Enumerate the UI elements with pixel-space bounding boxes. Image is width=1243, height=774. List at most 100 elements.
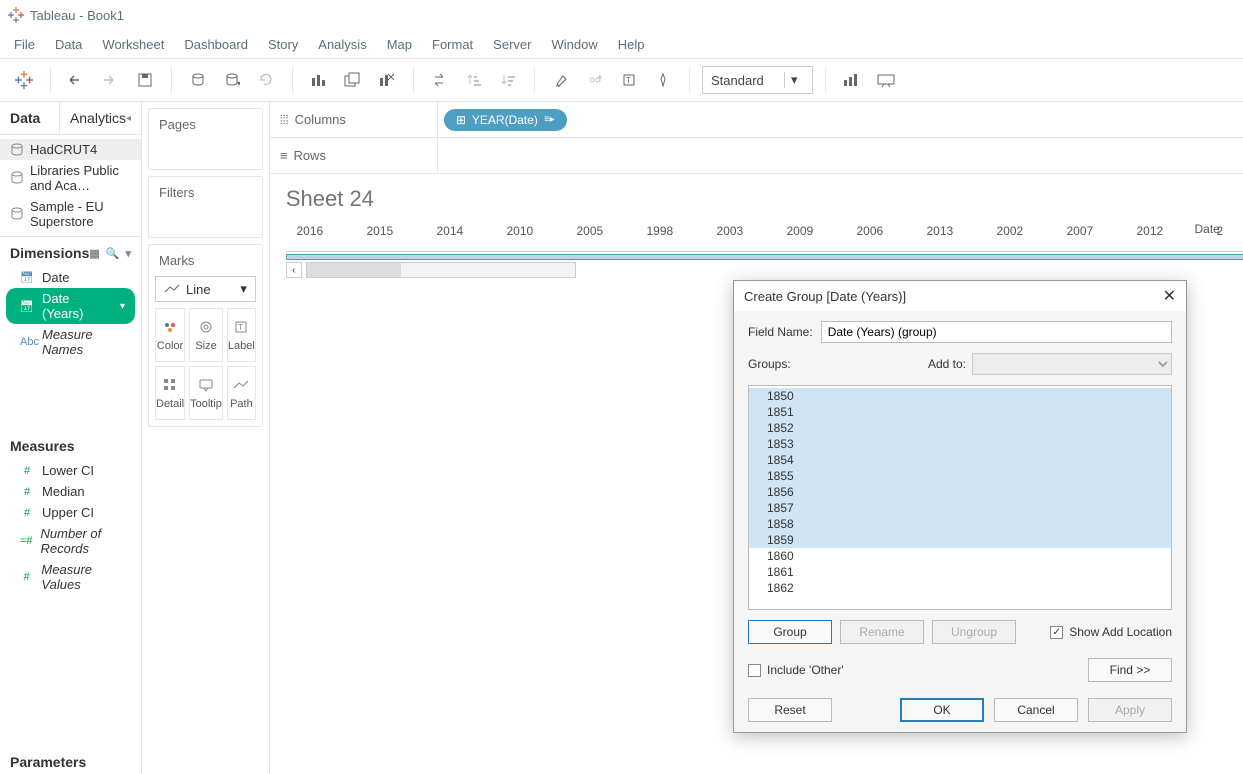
rows-shelf[interactable]: ≡Rows	[270, 138, 1243, 174]
clear-sheet-icon[interactable]	[373, 66, 401, 94]
field-measure-values[interactable]: #Measure Values	[0, 559, 141, 595]
sort-desc-icon[interactable]	[494, 66, 522, 94]
redo-icon[interactable]	[97, 66, 125, 94]
pages-shelf[interactable]: Pages	[148, 108, 263, 170]
field-median[interactable]: #Median	[0, 481, 141, 502]
window-title: Tableau - Book1	[30, 8, 124, 23]
measures-list: # Lower CI #Median #Upper CI =#Number of …	[0, 458, 141, 605]
columns-pill-year-date[interactable]: ⊞ YEAR(Date) ≡▸	[444, 109, 567, 131]
show-mark-labels-icon[interactable]: T	[615, 66, 643, 94]
axis-tick: 2010	[500, 224, 540, 238]
scroll-left-icon[interactable]: ‹	[286, 262, 302, 278]
view-as-table-icon[interactable]: ▦	[89, 247, 99, 260]
date-icon: 📅︎	[20, 300, 34, 313]
list-item[interactable]: 1861	[749, 564, 1171, 580]
new-worksheet-icon[interactable]	[305, 66, 333, 94]
field-label: Lower CI	[42, 463, 94, 478]
group-members-list[interactable]: 1850185118521853185418551856185718581859…	[748, 385, 1172, 610]
group-icon[interactable]	[581, 66, 609, 94]
horizontal-scrollbar[interactable]: ‹	[286, 262, 576, 278]
filters-shelf[interactable]: Filters	[148, 176, 263, 238]
list-item[interactable]: 1862	[749, 580, 1171, 596]
pin-icon[interactable]	[649, 66, 677, 94]
tableau-start-icon[interactable]	[10, 66, 38, 94]
sort-asc-icon[interactable]	[460, 66, 488, 94]
list-item[interactable]: 1855	[749, 468, 1171, 484]
columns-shelf[interactable]: ⦙⦙⦙Columns ⊞ YEAR(Date) ≡▸	[270, 102, 1243, 138]
menu-analysis[interactable]: Analysis	[310, 33, 374, 56]
menu-bar: File Data Worksheet Dashboard Story Anal…	[0, 30, 1243, 58]
new-datasource-icon[interactable]	[184, 66, 212, 94]
menu-data[interactable]: Data	[47, 33, 90, 56]
analytics-tab[interactable]: Analytics ◂	[59, 102, 141, 134]
datasource-item[interactable]: Libraries Public and Aca…	[0, 160, 141, 196]
list-item[interactable]: 1860	[749, 548, 1171, 564]
menu-help[interactable]: Help	[610, 33, 653, 56]
show-add-location-checkbox[interactable]: ✓ Show Add Location	[1050, 625, 1172, 639]
list-item[interactable]: 1852	[749, 420, 1171, 436]
list-item[interactable]: 1853	[749, 436, 1171, 452]
show-me-icon[interactable]	[838, 66, 866, 94]
undo-icon[interactable]	[63, 66, 91, 94]
datasource-item[interactable]: Sample - EU Superstore	[0, 196, 141, 232]
list-item[interactable]: 1859	[749, 532, 1171, 548]
add-to-select[interactable]	[972, 353, 1172, 375]
axis-tick: 2013	[920, 224, 960, 238]
mark-detail[interactable]: Detail	[155, 366, 185, 420]
highlight-icon[interactable]	[547, 66, 575, 94]
menu-caret-icon[interactable]: ▾	[125, 247, 131, 260]
menu-map[interactable]: Map	[379, 33, 420, 56]
list-item[interactable]: 1856	[749, 484, 1171, 500]
ok-button[interactable]: OK	[900, 698, 984, 722]
datasource-item[interactable]: HadCRUT4	[0, 139, 141, 160]
group-button[interactable]: Group	[748, 620, 832, 644]
search-icon[interactable]: 🔍	[106, 247, 120, 260]
find-button[interactable]: Find >>	[1088, 658, 1172, 682]
dimensions-header: Dimensions ▦ 🔍 ▾	[0, 237, 141, 265]
menu-dashboard[interactable]: Dashboard	[176, 33, 256, 56]
field-name-input[interactable]	[821, 321, 1172, 343]
mark-label[interactable]: TLabel	[227, 308, 256, 362]
field-date-years[interactable]: 📅︎ Date (Years) ▾	[6, 288, 135, 324]
data-tab[interactable]: Data	[0, 102, 59, 134]
duplicate-sheet-icon[interactable]	[339, 66, 367, 94]
refresh-icon[interactable]	[252, 66, 280, 94]
list-item[interactable]: 1850	[749, 388, 1171, 404]
reset-button[interactable]: Reset	[748, 698, 832, 722]
calc-number-icon: =#	[20, 535, 33, 547]
sheet-title[interactable]: Sheet 24	[270, 174, 1243, 224]
include-other-checkbox[interactable]: Include 'Other'	[748, 663, 844, 677]
mark-type-selector[interactable]: Line ▾	[155, 276, 256, 302]
swap-icon[interactable]	[426, 66, 454, 94]
field-num-records[interactable]: =#Number of Records	[0, 523, 141, 559]
list-item[interactable]: 1854	[749, 452, 1171, 468]
number-icon: #	[20, 465, 34, 477]
mark-tooltip[interactable]: Tooltip	[189, 366, 223, 420]
field-date[interactable]: 📅︎ Date	[0, 267, 141, 288]
fit-selector[interactable]: Standard ▾	[702, 66, 813, 94]
cancel-button[interactable]: Cancel	[994, 698, 1078, 722]
save-icon[interactable]	[131, 66, 159, 94]
menu-window[interactable]: Window	[543, 33, 605, 56]
field-upper-ci[interactable]: #Upper CI	[0, 502, 141, 523]
menu-file[interactable]: File	[6, 33, 43, 56]
menu-story[interactable]: Story	[260, 33, 306, 56]
presentation-icon[interactable]	[872, 66, 900, 94]
list-item[interactable]: 1857	[749, 500, 1171, 516]
field-measure-names[interactable]: Abc Measure Names	[0, 324, 141, 360]
list-item[interactable]: 1858	[749, 516, 1171, 532]
close-icon[interactable]: ✕	[1163, 286, 1176, 306]
menu-server[interactable]: Server	[485, 33, 539, 56]
view-canvas[interactable]: Date 2016 2015 2014 2010 2005 1998 2003 …	[270, 224, 1243, 278]
mark-color[interactable]: Color	[155, 308, 185, 362]
menu-worksheet[interactable]: Worksheet	[94, 33, 172, 56]
mark-label-label: Label	[228, 340, 255, 352]
scroll-track[interactable]	[306, 262, 576, 278]
list-item[interactable]: 1851	[749, 404, 1171, 420]
menu-format[interactable]: Format	[424, 33, 481, 56]
scroll-thumb[interactable]	[307, 263, 401, 277]
field-lower-ci[interactable]: # Lower CI	[0, 460, 141, 481]
mark-path[interactable]: Path	[227, 366, 256, 420]
mark-size[interactable]: Size	[189, 308, 223, 362]
pause-autoupdate-icon[interactable]: ▾	[218, 66, 246, 94]
